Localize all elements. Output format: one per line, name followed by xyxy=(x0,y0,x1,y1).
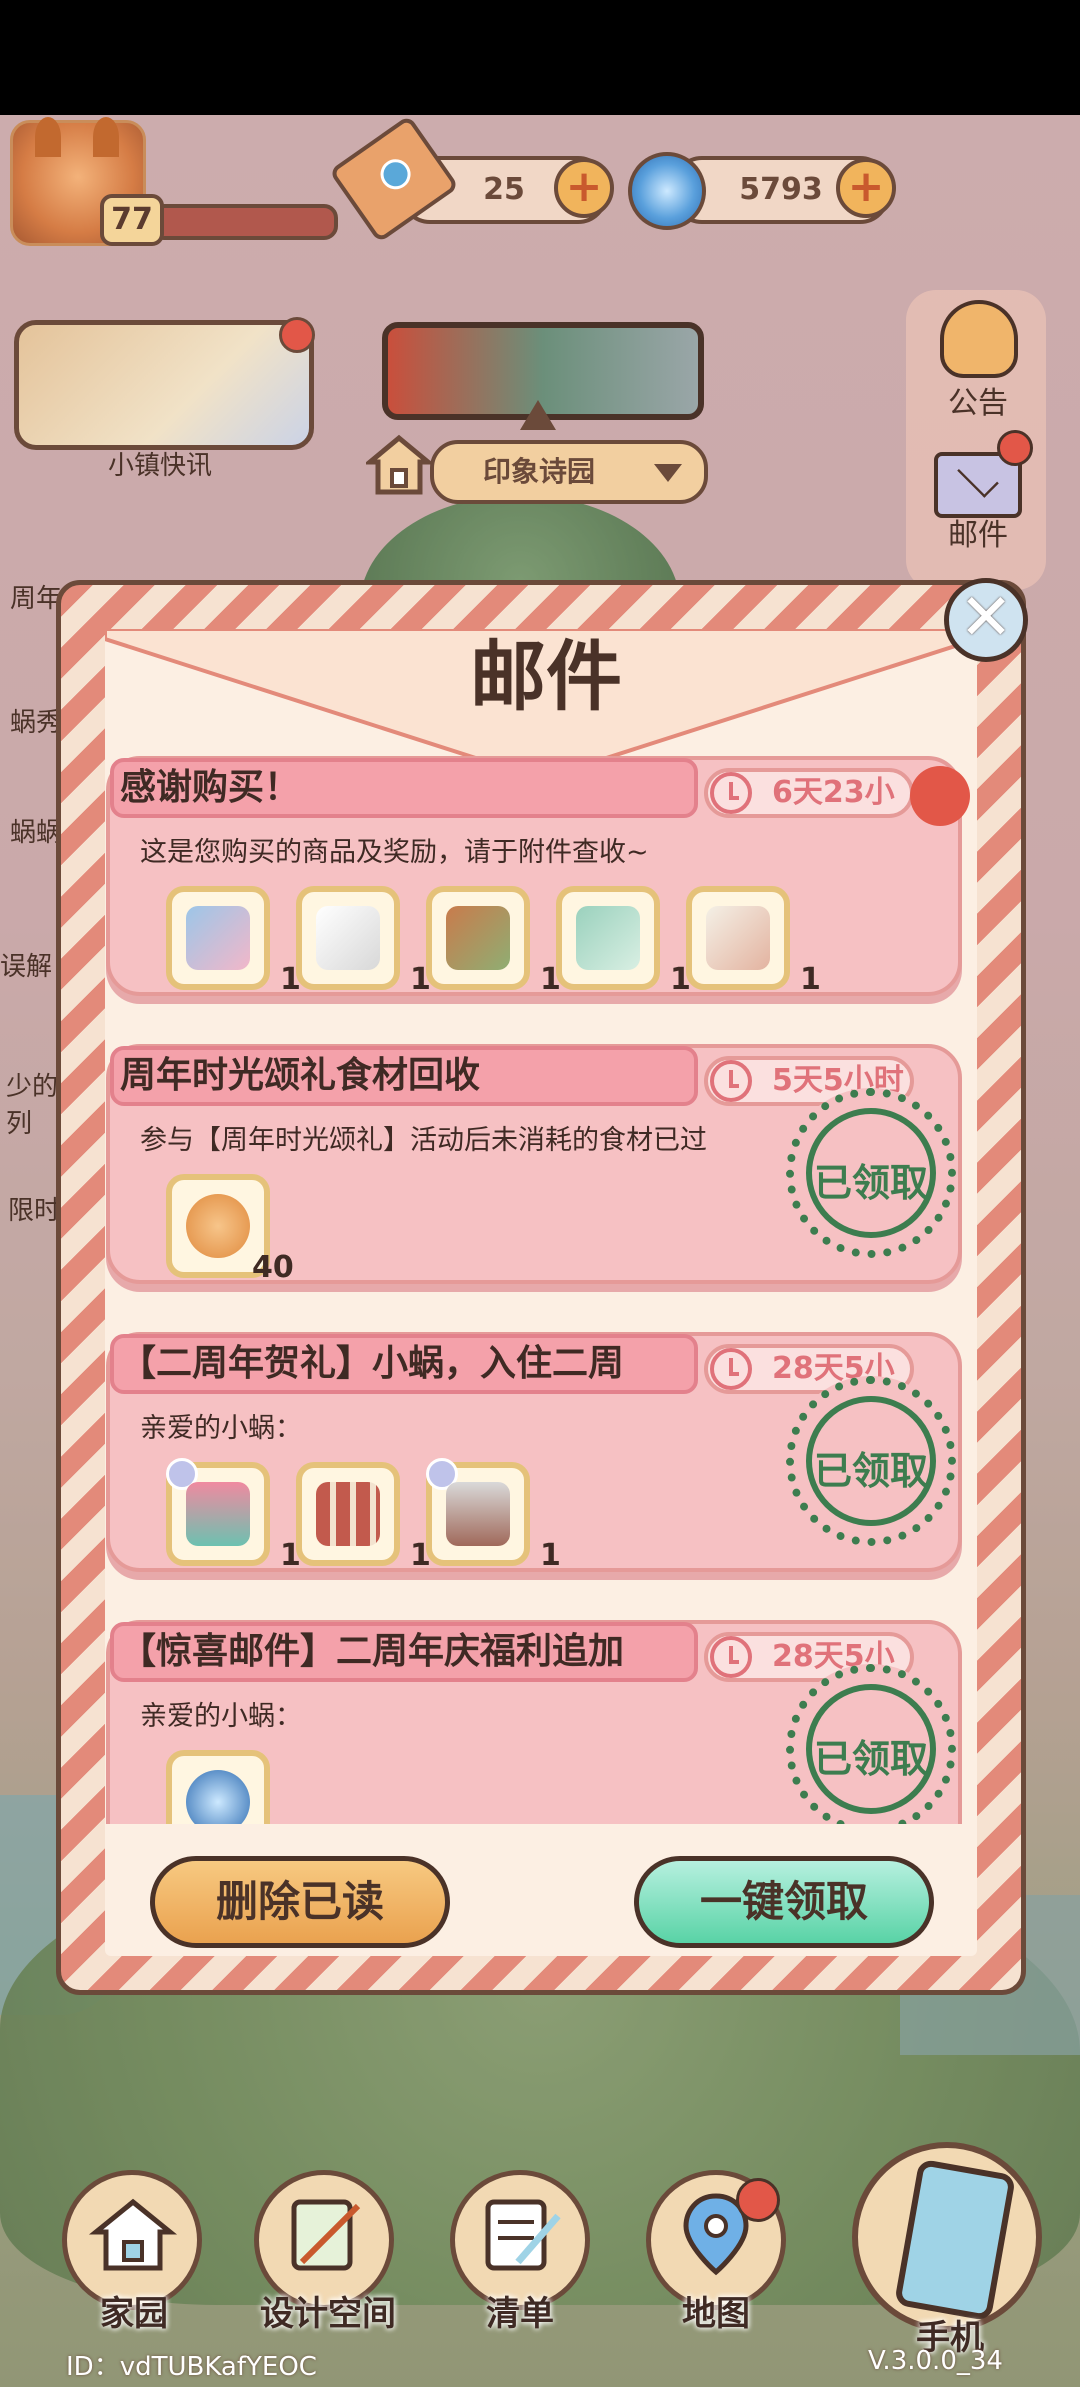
claimed-stamp: 已领取 xyxy=(786,1088,956,1258)
mail-title: 周年时光颂礼食材回收 xyxy=(110,1046,698,1106)
swirl-icon xyxy=(186,1770,250,1824)
mail-title: 【惊喜邮件】二周年庆福利追加 xyxy=(110,1622,698,1682)
attachment-item[interactable]: 1 xyxy=(166,886,301,997)
mail-item[interactable]: 【惊喜邮件】二周年庆福利追加 28天5小 亲爱的小蜗： 已领取 xyxy=(106,1620,962,1824)
clock-icon xyxy=(710,1636,752,1678)
home-icon xyxy=(366,434,432,495)
up-arrow-icon xyxy=(520,400,556,430)
mail-modal-title: 邮件 xyxy=(470,632,622,721)
claimed-stamp: 已领取 xyxy=(786,1376,956,1546)
mail-item[interactable]: 【二周年贺礼】小蜗，入住二周 28天5小 亲爱的小蜗： 1 1 1 已领取 xyxy=(106,1332,962,1573)
nav-list-label: 清单 xyxy=(486,2294,554,2334)
mail-body: 参与【周年时光颂礼】活动后未消耗的食材已过 xyxy=(140,1125,707,1156)
claimed-label: 已领取 xyxy=(813,1737,928,1781)
delete-read-button[interactable]: 删除已读 xyxy=(150,1856,450,1948)
version-label: V.3.0.0_34 xyxy=(868,2346,1003,2376)
town-news-label: 小镇快讯 xyxy=(107,451,212,481)
add-ticket-button[interactable]: + xyxy=(554,158,614,218)
attachment-qty: 1 xyxy=(540,1538,561,1573)
hair-icon xyxy=(316,906,380,970)
nav-home-label: 家园 xyxy=(100,2294,168,2334)
claimed-stamp: 已领取 xyxy=(786,1664,956,1824)
avatar-ear-right xyxy=(93,117,119,157)
furniture-icon xyxy=(446,1482,510,1546)
xp-bar xyxy=(150,204,338,240)
town-news-card[interactable] xyxy=(14,317,315,450)
nav-design-label: 设计空间 xyxy=(260,2294,396,2334)
notification-dot xyxy=(279,317,315,353)
attachment-item[interactable]: 1 xyxy=(426,1458,561,1573)
location-selector[interactable]: 印象诗园 xyxy=(430,440,708,504)
coin-icon xyxy=(186,1194,250,1258)
location-name: 印象诗园 xyxy=(482,455,595,488)
attachment-item[interactable]: 1 xyxy=(296,886,431,997)
collect-all-button[interactable]: 一键领取 xyxy=(634,1856,934,1948)
nav-map-label: 地图 xyxy=(682,2294,750,2334)
clock-icon xyxy=(710,1348,752,1390)
attachment-item[interactable]: 1 xyxy=(166,1458,301,1573)
mail-title: 【二周年贺礼】小蜗，入住二周 xyxy=(110,1334,698,1394)
chevron-down-icon xyxy=(654,464,682,482)
add-currency-button[interactable]: + xyxy=(836,158,896,218)
mail-body: 亲爱的小蜗： xyxy=(140,1413,302,1444)
close-button[interactable]: ✕ xyxy=(944,578,1028,662)
shorts-icon xyxy=(576,906,640,970)
attachment-item[interactable]: 1 xyxy=(426,886,561,997)
mail-notification-dot xyxy=(997,430,1033,466)
clock-icon xyxy=(710,1060,752,1102)
mail-body: 这是您购买的商品及奖励，请于附件查收~ xyxy=(140,837,649,868)
mail-list[interactable]: 感谢购买！ 6天23小 这是您购买的商品及奖励，请于附件查收~ 1 1 1 1 … xyxy=(106,748,970,1824)
claimed-label: 已领取 xyxy=(813,1449,928,1493)
dress-icon xyxy=(186,906,250,970)
clock-icon xyxy=(710,772,752,814)
unread-dot xyxy=(910,766,970,826)
attachment-item[interactable] xyxy=(166,1750,270,1824)
mail-label: 邮件 xyxy=(948,518,1008,553)
attachment-item[interactable]: 40 xyxy=(166,1174,294,1285)
attachment-qty: 40 xyxy=(252,1250,294,1285)
attachment-item[interactable]: 1 xyxy=(296,1462,431,1573)
level-badge: 77 xyxy=(100,194,164,246)
attachment-item[interactable]: 1 xyxy=(686,886,821,997)
socks-icon xyxy=(706,906,770,970)
announcement-icon[interactable] xyxy=(940,300,1018,378)
list-icon xyxy=(485,2199,561,2271)
design-icon xyxy=(291,2199,361,2271)
swirl-currency-icon xyxy=(628,152,706,230)
avatar-ear-left xyxy=(35,117,61,157)
map-notification-dot xyxy=(736,2178,780,2222)
mail-item[interactable]: 周年时光颂礼食材回收 5天5小时 参与【周年时光颂礼】活动后未消耗的食材已过 4… xyxy=(106,1044,962,1285)
attachment-qty: 1 xyxy=(800,962,821,997)
hat-icon xyxy=(446,906,510,970)
claimed-label: 已领取 xyxy=(813,1161,928,1205)
mail-item[interactable]: 感谢购买！ 6天23小 这是您购买的商品及奖励，请于附件查收~ 1 1 1 1 … xyxy=(106,756,970,997)
photo-wall-icon xyxy=(316,1482,380,1546)
announcement-label: 公告 xyxy=(948,386,1008,421)
mail-body: 亲爱的小蜗： xyxy=(140,1701,302,1732)
house-icon xyxy=(88,2198,178,2271)
mail-title: 感谢购买！ xyxy=(110,758,698,818)
cake-icon xyxy=(186,1482,250,1546)
attachment-item[interactable]: 1 xyxy=(556,886,691,997)
player-id: ID：vdTUBKafYEOC xyxy=(66,2352,317,2382)
status-bar xyxy=(0,0,1080,115)
